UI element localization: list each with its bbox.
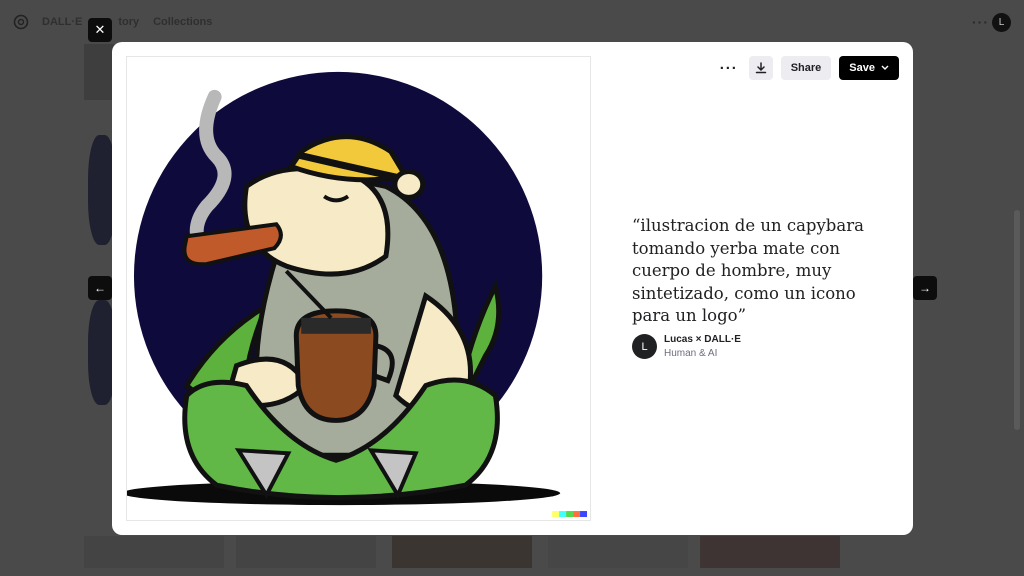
save-button[interactable]: Save: [839, 56, 899, 80]
nav-history[interactable]: tory: [118, 16, 139, 28]
openai-logo-icon[interactable]: [13, 14, 29, 30]
gallery-thumb[interactable]: [84, 44, 114, 100]
previous-image-button[interactable]: ←: [88, 276, 112, 300]
arrow-left-icon: ←: [94, 281, 106, 295]
top-bar: DALL·E tory Collections ··· L: [0, 0, 1024, 44]
author-subtitle: Human & AI: [664, 348, 718, 359]
close-icon: ✕: [94, 22, 106, 37]
more-dots-icon[interactable]: ···: [972, 14, 989, 30]
gallery-thumb[interactable]: [236, 536, 376, 568]
user-avatar[interactable]: L: [992, 13, 1011, 32]
save-label: Save: [849, 62, 875, 74]
download-button[interactable]: [748, 56, 773, 80]
nav-collections[interactable]: Collections: [153, 16, 212, 28]
modal-actions: ··· Share Save: [717, 56, 899, 80]
more-dots-icon: ···: [719, 59, 738, 77]
capybara-illustration: [127, 71, 588, 518]
gallery-thumb[interactable]: [392, 536, 532, 568]
next-image-button[interactable]: →: [913, 276, 937, 300]
close-button[interactable]: ✕: [88, 18, 112, 42]
gallery-thumb[interactable]: [84, 536, 224, 568]
author-avatar[interactable]: L: [632, 334, 657, 359]
brand-label[interactable]: DALL·E: [42, 16, 82, 28]
download-icon: [755, 62, 766, 74]
more-options-button[interactable]: ···: [717, 56, 741, 80]
share-button[interactable]: Share: [780, 56, 832, 80]
gallery-thumb[interactable]: [700, 536, 840, 568]
arrow-right-icon: →: [919, 281, 931, 295]
prompt-text: “ilustracion de un capybara tomando yerb…: [632, 216, 864, 325]
chevron-down-icon: [881, 65, 889, 70]
generated-image[interactable]: [126, 56, 591, 521]
image-detail-modal: ··· Share Save “ilustracion de un capyba…: [112, 42, 913, 535]
author-info: L Lucas × DALL·E Human & AI: [632, 334, 741, 359]
page-scrollbar[interactable]: [1014, 210, 1020, 430]
gallery-thumb[interactable]: [548, 536, 688, 568]
author-name[interactable]: Lucas × DALL·E: [664, 334, 741, 345]
top-nav: DALL·E tory Collections: [42, 16, 212, 28]
